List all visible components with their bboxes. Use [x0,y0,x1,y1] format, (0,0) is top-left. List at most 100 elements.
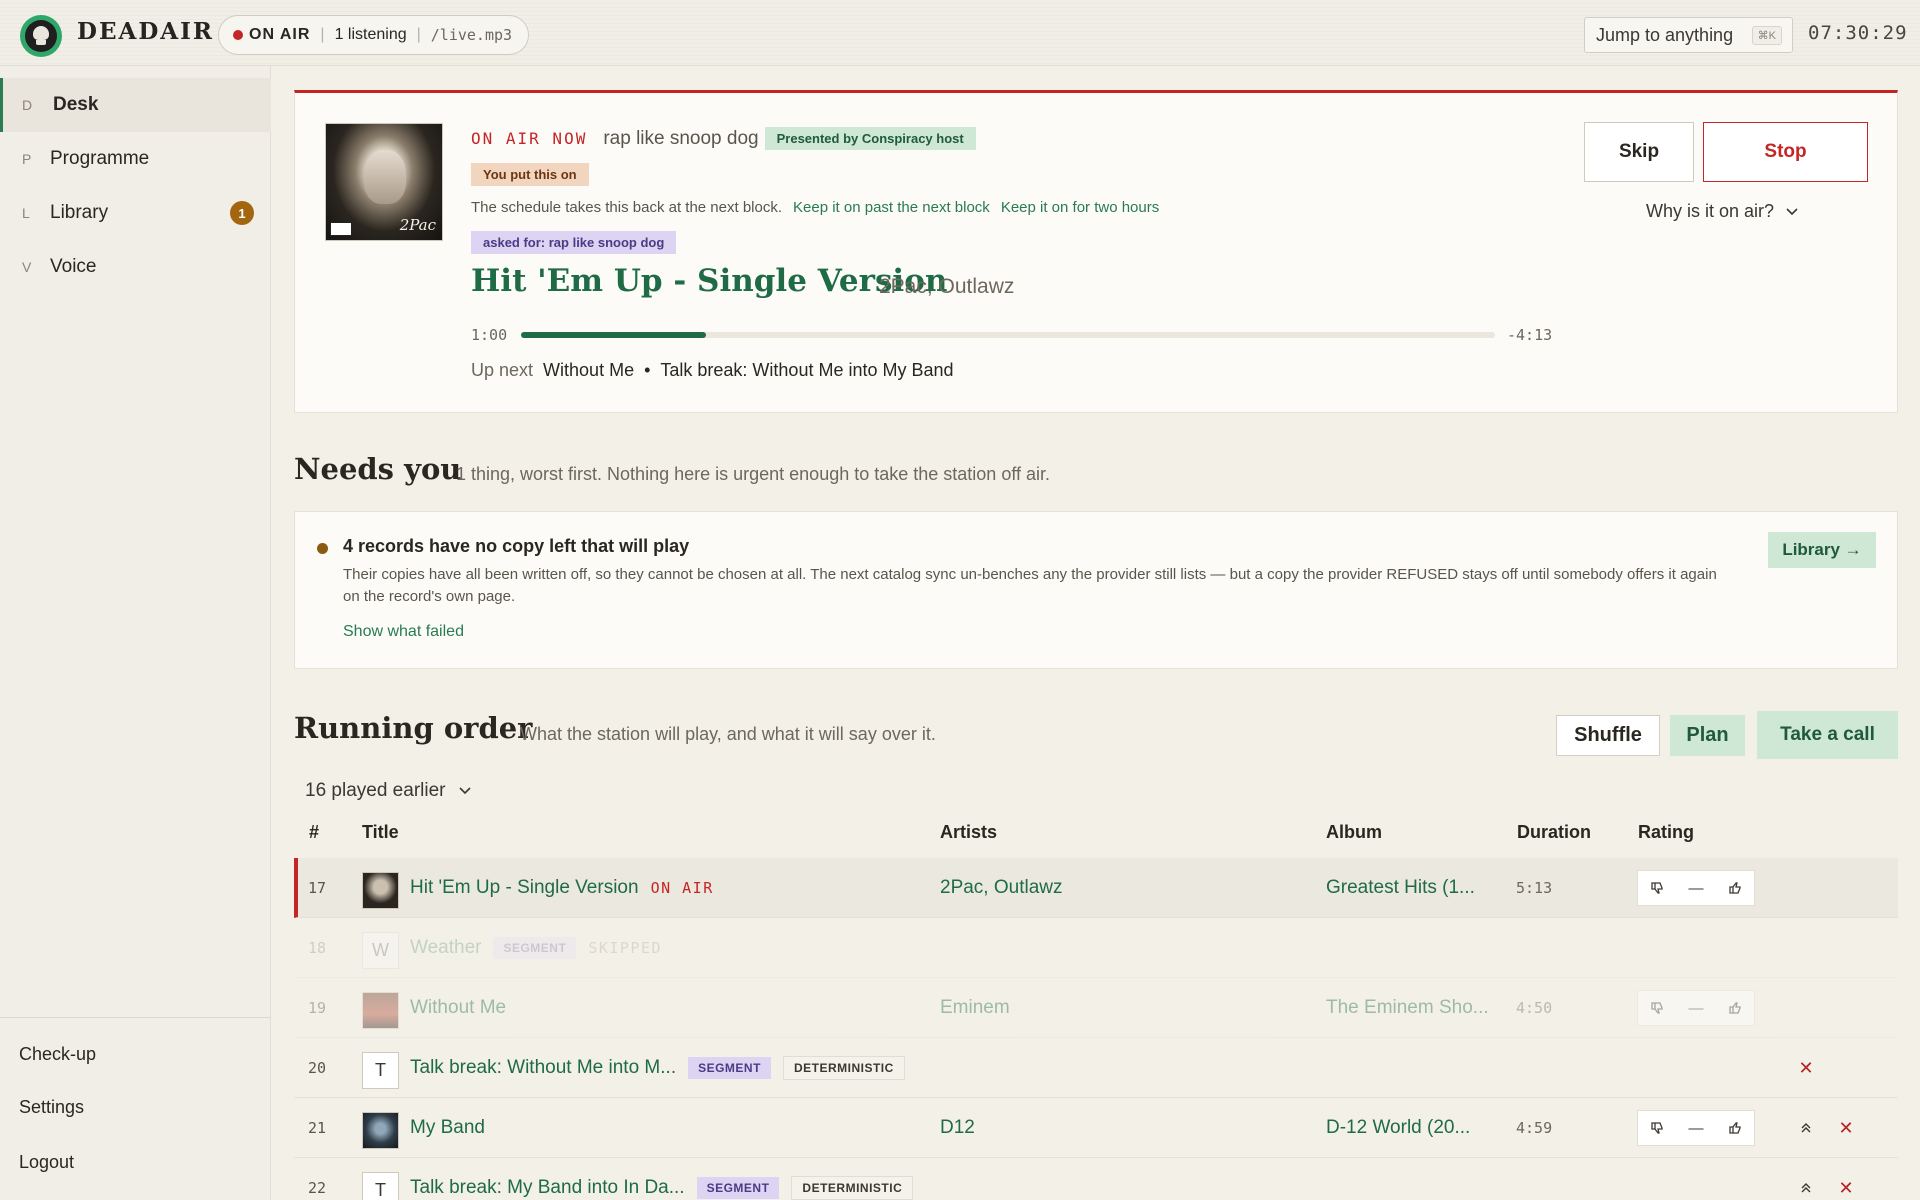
played-earlier-label: 16 played earlier [305,780,446,801]
jump-placeholder: Jump to anything [1596,24,1734,45]
track-title-cell[interactable]: Talk break: My Band into In Da... SEGMEN… [410,1158,914,1200]
rating-neutral-button[interactable]: — [1677,991,1716,1025]
track-title-cell[interactable]: Talk break: Without Me into M... SEGMENT… [410,1038,905,1098]
remove-icon[interactable]: ✕ [1834,1116,1858,1140]
thumbs-down-icon[interactable] [1638,991,1677,1025]
column-header-title[interactable]: Title [362,822,399,843]
up-next-talk-break[interactable]: Talk break: Without Me into My Band [660,360,953,381]
row-number: 22 [308,1179,327,1197]
keep-past-next-block-link[interactable]: Keep it on past the next block [793,199,990,216]
shortcut-key: D [22,97,33,113]
table-row[interactable]: 21 My Band D12 D-12 World (20... 4:59 — … [294,1098,1898,1158]
needs-item-body: Their copies have all been written off, … [343,566,1717,605]
track-title: My Band [410,1117,485,1138]
divider: | [416,26,421,43]
cover-text: 2Pac [399,216,436,234]
jump-search-input[interactable]: Jump to anything ⌘K [1584,17,1793,53]
table-row[interactable]: 17 Hit 'Em Up - Single Version ON AIR 2P… [294,858,1898,918]
stream-path: /live.mp3 [430,26,513,44]
thumbs-down-icon[interactable] [1638,871,1677,905]
divider: | [320,26,325,43]
up-next: Up next Without Me • Talk break: Without… [471,360,954,381]
column-header-number: # [309,822,320,842]
keep-two-hours-link[interactable]: Keep it on for two hours [1001,199,1159,216]
plan-button[interactable]: Plan [1670,715,1745,756]
on-air-now-label: ON AIR NOW [471,129,588,148]
column-header-artists[interactable]: Artists [940,822,997,843]
running-order-subtitle: What the station will play, and what it … [520,724,936,744]
shuffle-button[interactable]: Shuffle [1556,715,1660,756]
up-next-track[interactable]: Without Me [543,360,634,381]
played-earlier-toggle[interactable]: 16 played earlier [305,780,472,802]
shortcut-key: L [22,205,30,221]
show-what-failed-link[interactable]: Show what failed [343,623,464,641]
table-row[interactable]: 18 W Weather SEGMENT SKIPPED [294,918,1898,978]
sidebar-item-label: Desk [53,94,99,115]
track-album[interactable]: The Eminem Sho... [1326,978,1489,1038]
thumbs-up-icon[interactable] [1715,991,1754,1025]
track-title-cell[interactable]: Without Me [410,978,506,1038]
remove-icon[interactable]: ✕ [1794,1056,1818,1080]
needs-you-heading: Needs you [294,452,462,486]
skull-logo-icon[interactable] [20,15,62,57]
sidebar-item-label: Voice [50,256,97,277]
take-a-call-button[interactable]: Take a call [1757,711,1898,759]
bullet-separator: • [644,360,651,380]
track-artists[interactable]: Eminem [940,978,1010,1038]
track-album[interactable]: D-12 World (20... [1326,1098,1470,1158]
rating-neutral-button[interactable]: — [1677,871,1716,905]
album-cover: 2Pac [325,123,443,241]
sidebar-item-voice[interactable]: V Voice [0,240,271,294]
row-number: 19 [308,999,327,1017]
table-row[interactable]: 22 T Talk break: My Band into In Da... S… [294,1158,1898,1200]
now-playing-artist: 2Pac, Outlawz [879,275,1015,298]
thumbs-down-icon[interactable] [1638,1111,1677,1145]
track-duration: 5:13 [1516,879,1553,897]
up-next-label: Up next [471,360,534,380]
move-up-icon[interactable] [1794,1176,1818,1200]
track-artists[interactable]: 2Pac, Outlawz [940,858,1063,918]
progress-bar[interactable] [521,332,1495,338]
track-album[interactable]: Greatest Hits (1... [1326,858,1475,918]
segment-title: Talk break: Without Me into M... [410,1057,677,1078]
skip-button[interactable]: Skip [1584,122,1694,182]
column-header-album[interactable]: Album [1326,822,1382,843]
library-count-badge: 1 [230,201,254,225]
progress-fill [521,332,707,338]
track-duration: 4:59 [1516,1119,1553,1137]
track-title-cell[interactable]: Weather SEGMENT SKIPPED [410,918,662,978]
settings-link[interactable]: Settings [19,1097,84,1118]
track-title-cell[interactable]: My Band [410,1098,485,1158]
sidebar-item-library[interactable]: L Library 1 [0,186,271,240]
column-header-duration[interactable]: Duration [1517,822,1591,843]
now-playing-title: Hit 'Em Up - Single Version [471,263,948,299]
segment-letter-icon: T [362,1052,399,1089]
segment-letter-icon: T [362,1172,399,1200]
stop-button[interactable]: Stop [1703,122,1868,182]
move-up-icon[interactable] [1794,1116,1818,1140]
on-air-indicator: ON AIR [233,26,310,44]
thumbs-up-icon[interactable] [1715,1111,1754,1145]
track-title-cell[interactable]: Hit 'Em Up - Single Version ON AIR [410,858,714,918]
table-row[interactable]: 20 T Talk break: Without Me into M... SE… [294,1038,1898,1098]
logout-link[interactable]: Logout [19,1152,74,1173]
rating-neutral-button[interactable]: — [1677,1111,1716,1145]
checkup-link[interactable]: Check-up [19,1044,96,1065]
host-chip: Presented by Conspiracy host [764,127,976,150]
sidebar: D Desk P Programme L Library 1 V Voice C… [0,66,271,1200]
rating-control: — [1637,870,1755,906]
sidebar-item-programme[interactable]: P Programme [0,132,271,186]
why-on-air-toggle[interactable]: Why is it on air? [1646,201,1798,222]
track-artists[interactable]: D12 [940,1098,975,1158]
sidebar-item-desk[interactable]: D Desk [0,78,271,132]
chevron-down-icon [459,787,472,795]
top-bar: DEADAIR ON AIR | 1 listening | /live.mp3… [0,0,1920,66]
rating-control: — [1637,990,1755,1026]
thumbs-up-icon[interactable] [1715,871,1754,905]
request-chip: asked for: rap like snoop dog [471,231,677,254]
library-button[interactable]: Library → [1768,532,1876,568]
schedule-note: The schedule takes this back at the next… [471,199,1159,216]
table-row[interactable]: 19 Without Me Eminem The Eminem Sho... 4… [294,978,1898,1038]
station-status[interactable]: ON AIR | 1 listening | /live.mp3 [218,15,530,55]
remove-icon[interactable]: ✕ [1834,1176,1858,1200]
